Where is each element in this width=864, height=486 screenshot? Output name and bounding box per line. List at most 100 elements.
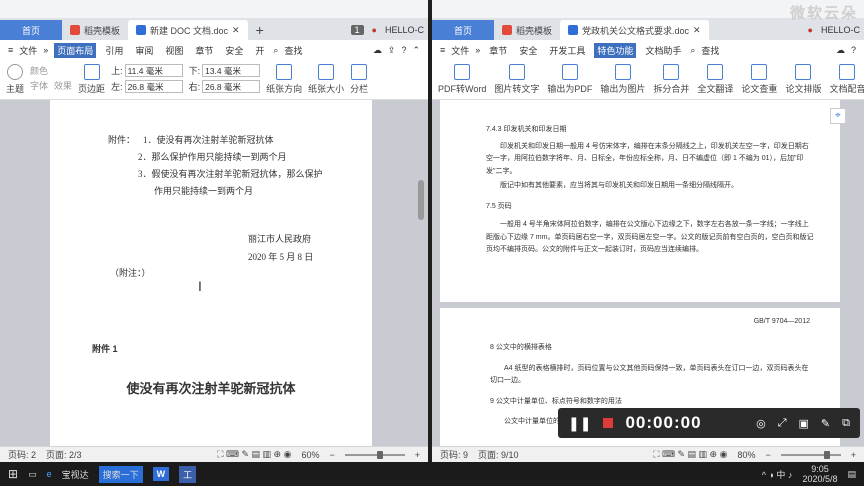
thesis-layout-button[interactable]: 论文排版 xyxy=(785,64,821,95)
search-label[interactable]: 查找 xyxy=(284,44,302,57)
taskbar-app[interactable]: 宝视达 xyxy=(62,468,89,481)
menu-section[interactable]: 章节 xyxy=(192,43,216,58)
menu-view[interactable]: 视图 xyxy=(162,43,186,58)
top-margin-input[interactable]: 11.4 毫米 xyxy=(124,64,183,77)
doc-dubbing-button[interactable]: 文档配音 xyxy=(829,64,864,95)
workspace-badge[interactable]: 1 xyxy=(350,25,364,35)
avatar[interactable]: ● xyxy=(372,25,377,35)
clock[interactable]: 9:05 2020/5/8 xyxy=(802,464,837,484)
menu-doc-assistant[interactable]: 文档助手 xyxy=(642,43,684,58)
split-merge-button[interactable]: 拆分合并 xyxy=(653,64,689,95)
font-button[interactable]: 字体 xyxy=(30,79,48,92)
chevron-up-icon[interactable]: ⌃ xyxy=(412,45,420,56)
plagiarism-check-button[interactable]: 论文查重 xyxy=(741,64,777,95)
search-label[interactable]: 查找 xyxy=(701,44,719,57)
zoom-slider[interactable] xyxy=(344,450,405,459)
cloud-icon[interactable]: ☁ xyxy=(836,45,845,56)
camera-icon[interactable]: ◎ xyxy=(756,417,766,430)
menu-security[interactable]: 安全 xyxy=(516,43,540,58)
right-margin-input[interactable]: 26.8 毫米 xyxy=(202,80,261,93)
theme-button[interactable]: 主题 xyxy=(6,64,24,95)
search-icon[interactable]: ⌕ xyxy=(690,45,695,56)
hamburger-icon[interactable]: ≡ xyxy=(440,45,445,55)
tab-document[interactable]: 党政机关公文格式要求.doc ✕ xyxy=(560,20,709,40)
export-pdf-button[interactable]: 输出为PDF xyxy=(547,64,592,95)
bottom-margin-input[interactable]: 13.4 毫米 xyxy=(202,64,261,77)
pdf-to-word-button[interactable]: PDF转Word xyxy=(438,64,486,95)
search-icon[interactable]: ⌕ xyxy=(273,45,278,56)
columns-button[interactable]: 分栏 xyxy=(350,64,368,95)
paper-size-button[interactable]: 纸张大小 xyxy=(308,64,344,95)
image-to-text-button[interactable]: 图片转文字 xyxy=(494,64,539,95)
zoom-knob[interactable] xyxy=(823,450,830,459)
translate-button[interactable]: 全文翻译 xyxy=(697,64,733,95)
view-mode-icons[interactable]: ⛶ ⌨ ✎ ▤ ▥ ⊕ ◉ xyxy=(653,449,727,460)
issuing-org: 丽江市人民政府 xyxy=(248,234,312,244)
color-button[interactable]: 颜色 xyxy=(30,64,48,77)
user-name[interactable]: HELLO-C xyxy=(385,25,424,35)
tab-template[interactable]: 稻壳模板 xyxy=(494,20,560,40)
file-menu[interactable]: 文件 xyxy=(451,44,469,57)
document-area[interactable]: 7.4.3 印发机关和印发日期 印发机关和印发日期一般用 4 号仿宋体字，编排在… xyxy=(432,100,864,446)
taskbar-search-app[interactable]: 搜索一下 xyxy=(98,465,143,483)
zoom-slider[interactable] xyxy=(780,450,841,459)
user-name[interactable]: HELLO-C xyxy=(821,25,860,35)
avatar[interactable]: ● xyxy=(808,25,813,35)
menu-dev[interactable]: 开 xyxy=(252,43,267,58)
new-tab-button[interactable]: + xyxy=(248,20,272,40)
orientation-button[interactable]: 纸张方向 xyxy=(266,64,302,95)
fullscreen-icon[interactable]: ⤢ xyxy=(778,417,787,430)
document-area[interactable]: 附件： 1．使没有再次注射羊驼新冠抗体 2．那么保护作用只能持续一到两个月 3．假… xyxy=(0,100,428,446)
margin-button[interactable]: 页边距 xyxy=(78,64,105,95)
menu-special-features[interactable]: 特色功能 xyxy=(594,42,637,58)
close-icon[interactable]: ✕ xyxy=(232,25,240,36)
help-icon[interactable]: ? xyxy=(851,45,856,55)
screenshot-icon[interactable]: ▣ xyxy=(799,417,809,430)
zoom-level[interactable]: 80% xyxy=(737,450,755,460)
browser-icon[interactable]: e xyxy=(47,469,52,479)
tray-icons[interactable]: ^ ◑ 中 ♪ xyxy=(762,468,793,481)
close-icon[interactable]: ✕ xyxy=(693,25,701,36)
zoom-in-icon[interactable]: + xyxy=(415,450,420,460)
pen-icon[interactable]: ✎ xyxy=(821,417,830,430)
zoom-knob[interactable] xyxy=(376,450,383,459)
view-mode-icons[interactable]: ⛶ ⌨ ✎ ▤ ▥ ⊕ ◉ xyxy=(217,449,291,460)
attachment-item: 作用只能持续一到两个月 xyxy=(154,186,254,196)
tab-home[interactable]: 首页 xyxy=(0,20,62,40)
stop-icon[interactable] xyxy=(603,418,614,428)
zoom-in-icon[interactable]: + xyxy=(851,450,856,460)
zoom-out-icon[interactable]: − xyxy=(765,450,770,460)
task-view-icon[interactable]: ▭ xyxy=(28,469,37,480)
cloud-icon[interactable]: ☁ xyxy=(373,45,382,56)
more-icon[interactable]: » xyxy=(475,45,480,55)
minimize-icon[interactable]: ⧉ xyxy=(842,417,850,430)
tab-template[interactable]: 稻壳模板 xyxy=(62,20,128,40)
menu-page-layout[interactable]: 页面布局 xyxy=(54,42,97,58)
menu-references[interactable]: 引用 xyxy=(102,43,126,58)
left-margin-input[interactable]: 26.8 毫米 xyxy=(124,80,183,93)
scrollbar[interactable] xyxy=(418,180,424,220)
file-menu[interactable]: 文件 xyxy=(19,44,37,57)
app-icon[interactable]: 工 xyxy=(179,465,197,483)
zoom-level[interactable]: 60% xyxy=(301,450,319,460)
menu-security[interactable]: 安全 xyxy=(222,43,246,58)
pause-icon[interactable]: ❚❚ xyxy=(568,415,591,432)
more-icon[interactable]: » xyxy=(43,45,48,55)
menu-dev-tools[interactable]: 开发工具 xyxy=(546,43,588,58)
menu-section[interactable]: 章节 xyxy=(486,43,510,58)
location-pin-icon[interactable]: ⌖ xyxy=(830,108,846,124)
windows-start-icon[interactable]: ⊞ xyxy=(8,467,18,481)
menu-review[interactable]: 审阅 xyxy=(132,43,156,58)
tab-document[interactable]: 新建 DOC 文档.doc ✕ xyxy=(128,20,248,40)
help-icon[interactable]: ? xyxy=(401,45,406,55)
notification-icon[interactable]: ▤ xyxy=(847,469,856,480)
effect-button[interactable]: 效果 xyxy=(54,64,72,92)
tab-home[interactable]: 首页 xyxy=(432,20,494,40)
document-page[interactable]: 7.4.3 印发机关和印发日期 印发机关和印发日期一般用 4 号仿宋体字，编排在… xyxy=(440,100,840,302)
hamburger-icon[interactable]: ≡ xyxy=(8,45,13,55)
zoom-out-icon[interactable]: − xyxy=(329,450,334,460)
wps-writer-icon[interactable]: W xyxy=(152,467,170,481)
share-icon[interactable]: ⇪ xyxy=(388,45,396,56)
export-image-button[interactable]: 输出为图片 xyxy=(600,64,645,95)
document-page[interactable]: 附件 1 使没有再次注射羊驼新冠抗体 xyxy=(50,316,372,446)
